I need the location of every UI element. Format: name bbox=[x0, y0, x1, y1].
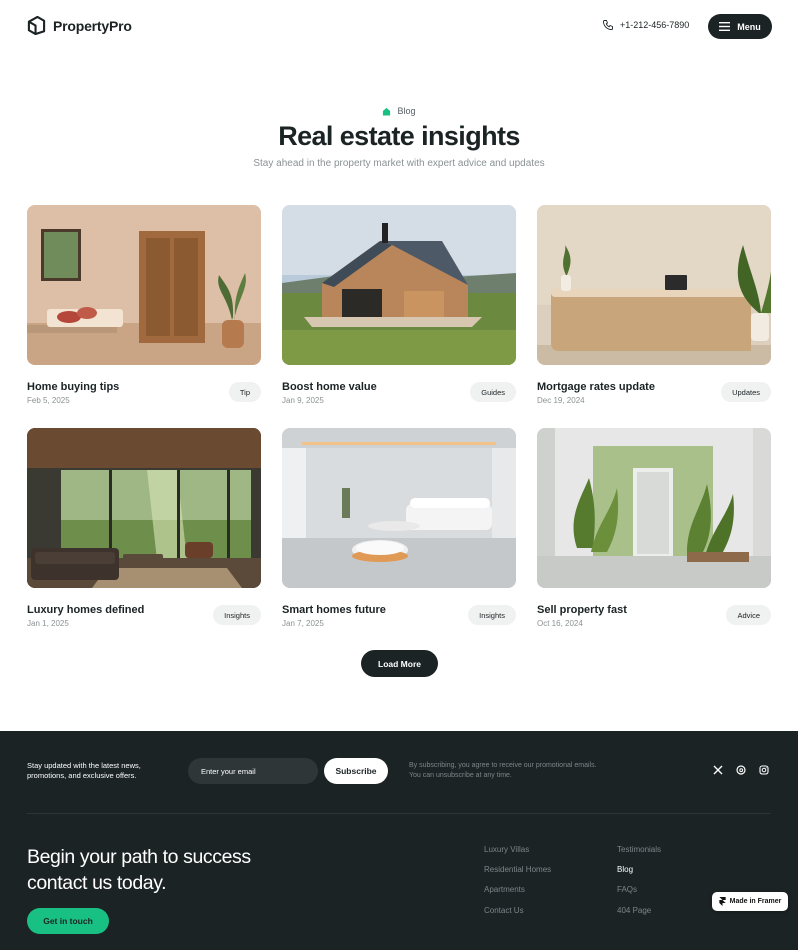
card-image[interactable] bbox=[27, 428, 261, 588]
category-badge: Advice bbox=[726, 605, 771, 625]
section-eyebrow: Blog bbox=[0, 106, 798, 116]
card-title[interactable]: Luxury homes defined bbox=[27, 604, 144, 616]
eyebrow-label: Blog bbox=[397, 106, 416, 116]
footer-link-blog[interactable]: Blog bbox=[617, 865, 633, 874]
brand-logo[interactable]: PropertyPro bbox=[27, 16, 132, 35]
card-title[interactable]: Mortgage rates update bbox=[537, 381, 655, 393]
category-badge: Insights bbox=[468, 605, 516, 625]
smart-home-image bbox=[282, 428, 516, 588]
social-links bbox=[713, 765, 769, 775]
card-title[interactable]: Smart homes future bbox=[282, 604, 386, 616]
hamburger-icon bbox=[719, 22, 731, 31]
house-logo-icon bbox=[27, 16, 46, 35]
email-field[interactable] bbox=[188, 758, 318, 784]
footer-divider bbox=[27, 813, 771, 814]
card-date: Dec 19, 2024 bbox=[537, 396, 585, 405]
footer-link-404[interactable]: 404 Page bbox=[617, 906, 651, 915]
card-image[interactable] bbox=[282, 428, 516, 588]
card-date: Jan 1, 2025 bbox=[27, 619, 69, 628]
blog-card[interactable]: Mortgage rates update Dec 19, 2024 Updat… bbox=[537, 205, 771, 415]
card-image[interactable] bbox=[537, 205, 771, 365]
phone-link[interactable]: +1-212-456-7890 bbox=[602, 19, 689, 31]
interior-door-image bbox=[27, 205, 261, 365]
category-badge: Updates bbox=[721, 382, 771, 402]
footer-link-testimonials[interactable]: Testimonials bbox=[617, 845, 661, 854]
blog-card[interactable]: Boost home value Jan 9, 2025 Guides bbox=[282, 205, 516, 415]
footer-link-contact-us[interactable]: Contact Us bbox=[484, 906, 524, 915]
footer-cta-heading: Begin your path to success contact us to… bbox=[27, 844, 327, 896]
subscribe-button[interactable]: Subscribe bbox=[324, 758, 388, 784]
forest-living-room-image bbox=[27, 428, 261, 588]
home-icon bbox=[383, 107, 391, 116]
footer-link-residential-homes[interactable]: Residential Homes bbox=[484, 865, 551, 874]
page-subtitle: Stay ahead in the property market with e… bbox=[253, 158, 545, 169]
card-date: Jan 7, 2025 bbox=[282, 619, 324, 628]
subscribe-legal-text: By subscribing, you agree to receive our… bbox=[409, 762, 597, 779]
brand-name: PropertyPro bbox=[53, 17, 132, 34]
category-badge: Guides bbox=[470, 382, 516, 402]
category-badge: Tip bbox=[228, 382, 261, 402]
cta-line: Begin your path to success bbox=[27, 846, 251, 868]
framer-icon bbox=[718, 897, 726, 906]
blog-card[interactable]: Smart homes future Jan 7, 2025 Insights bbox=[282, 428, 516, 638]
blog-card[interactable]: Sell property fast Oct 16, 2024 Advice bbox=[537, 428, 771, 638]
footer-link-luxury-villas[interactable]: Luxury Villas bbox=[484, 845, 529, 854]
cta-line: contact us today. bbox=[27, 872, 167, 894]
menu-button[interactable]: Menu bbox=[708, 14, 772, 39]
newsletter-text: Stay updated with the latest news, promo… bbox=[27, 761, 141, 780]
footer-link-faqs[interactable]: FAQs bbox=[617, 885, 637, 894]
instagram-icon[interactable] bbox=[759, 765, 769, 775]
phone-number: +1-212-456-7890 bbox=[620, 20, 690, 30]
page-title: Real estate insights bbox=[278, 121, 520, 151]
badge-label: Made in Framer bbox=[729, 898, 782, 905]
site-footer: Stay updated with the latest news, promo… bbox=[0, 731, 798, 950]
modern-house-image bbox=[282, 205, 516, 365]
card-title[interactable]: Sell property fast bbox=[537, 604, 627, 616]
footer-link-apartments[interactable]: Apartments bbox=[484, 885, 525, 894]
blog-card[interactable]: Home buying tips Feb 5, 2025 Tip bbox=[27, 205, 261, 415]
phone-icon bbox=[603, 20, 613, 30]
card-image[interactable] bbox=[282, 205, 516, 365]
category-badge: Insights bbox=[213, 605, 261, 625]
atrium-entrance-image bbox=[537, 428, 771, 588]
made-in-framer-badge[interactable]: Made in Framer bbox=[712, 892, 788, 911]
card-title[interactable]: Home buying tips bbox=[27, 381, 119, 393]
site-header: PropertyPro +1-212-456-7890 Menu bbox=[0, 0, 798, 56]
card-image[interactable] bbox=[27, 205, 261, 365]
blog-card[interactable]: Luxury homes defined Jan 1, 2025 Insight… bbox=[27, 428, 261, 638]
card-date: Feb 5, 2025 bbox=[27, 396, 70, 405]
reception-desk-image bbox=[537, 205, 771, 365]
x-icon[interactable] bbox=[713, 765, 723, 775]
load-more-button[interactable]: Load More bbox=[361, 650, 438, 677]
threads-icon[interactable] bbox=[736, 765, 746, 775]
card-date: Oct 16, 2024 bbox=[537, 619, 583, 628]
menu-label: Menu bbox=[737, 21, 761, 32]
get-in-touch-button[interactable]: Get in touch bbox=[27, 908, 109, 934]
card-image[interactable] bbox=[537, 428, 771, 588]
card-date: Jan 9, 2025 bbox=[282, 396, 324, 405]
card-title[interactable]: Boost home value bbox=[282, 381, 377, 393]
